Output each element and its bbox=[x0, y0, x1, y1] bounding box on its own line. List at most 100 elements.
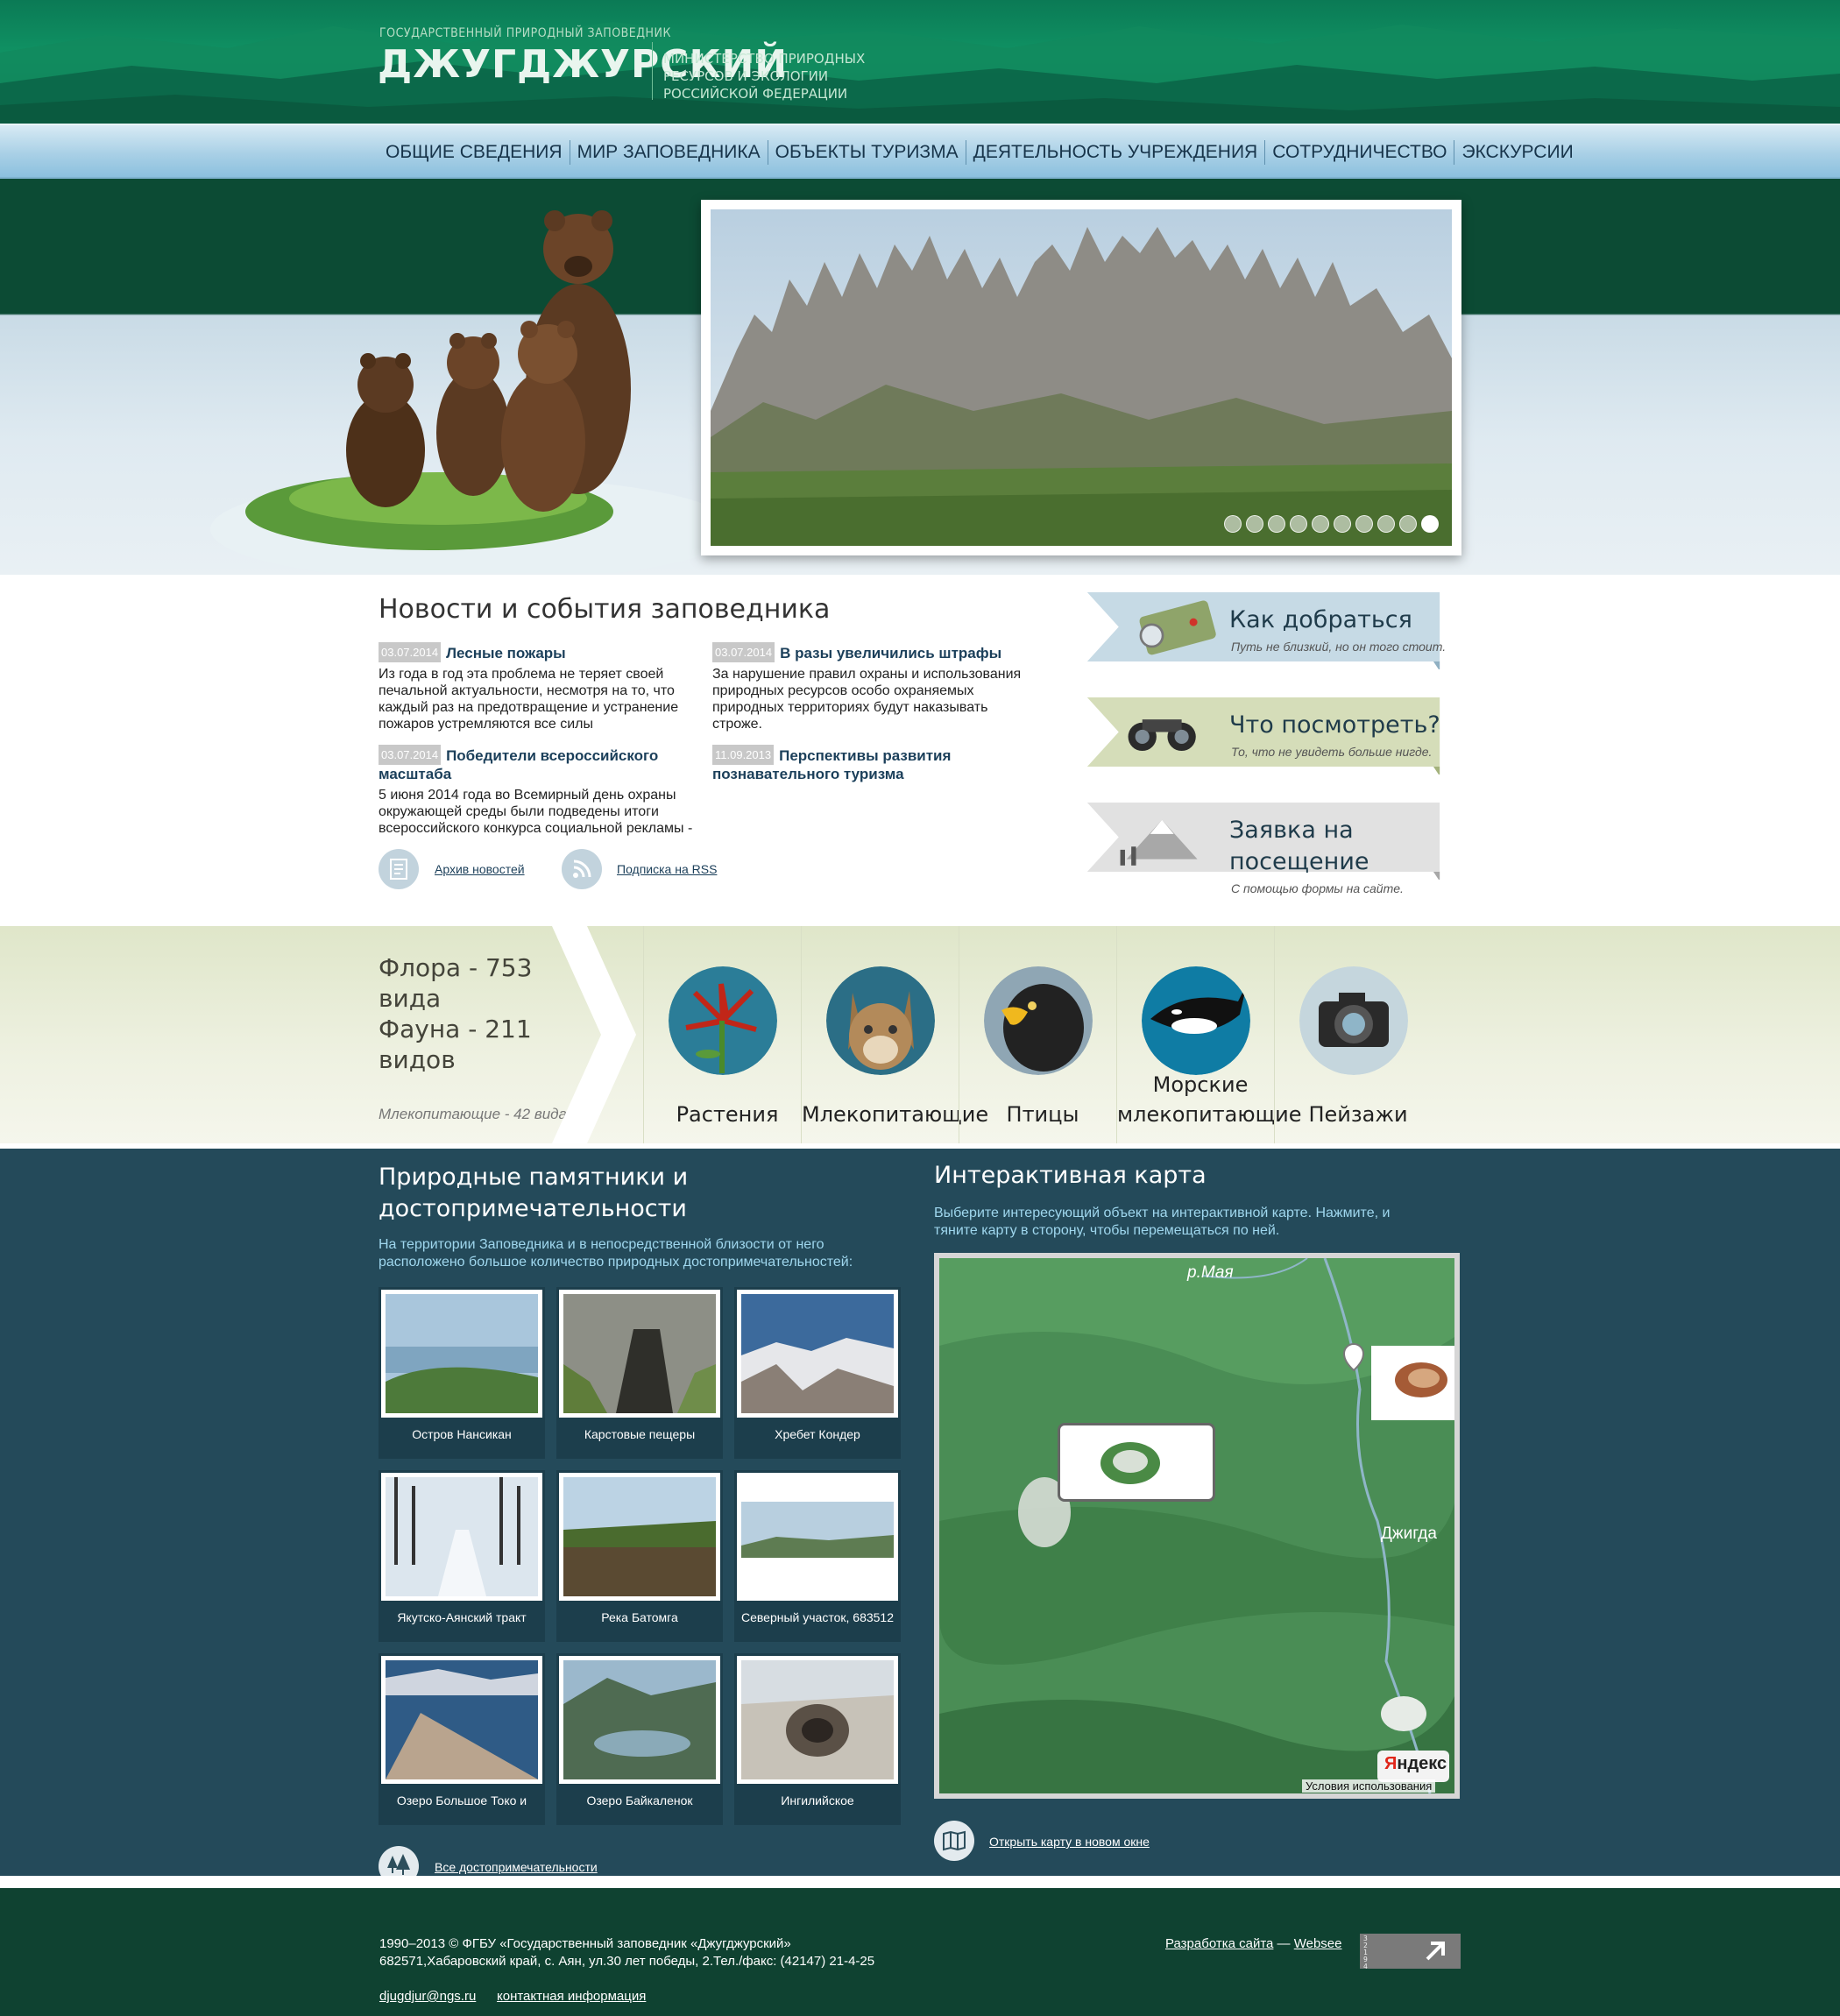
attraction-card[interactable]: Река Батомга bbox=[556, 1470, 723, 1642]
attraction-photo bbox=[737, 1473, 898, 1601]
slider-dot[interactable] bbox=[1312, 515, 1329, 533]
main-nav: ОБЩИЕ СВЕДЕНИЯ МИР ЗАПОВЕДНИКА ОБЪЕКТЫ Т… bbox=[0, 124, 1840, 179]
counter-digits: 3 2 1 9 4 bbox=[1363, 1935, 1368, 1970]
interactive-map[interactable]: р.Мая Джигда Яндекс Условия использовани… bbox=[934, 1253, 1460, 1799]
developer-link[interactable]: Разработка сайта bbox=[1165, 1936, 1273, 1951]
quick-link-directions[interactable]: Как добраться Путь не близкий, но он тог… bbox=[1067, 592, 1460, 678]
category-plants[interactable]: Растения bbox=[643, 926, 801, 1143]
open-map-new-window-link[interactable]: Открыть карту в новом окне bbox=[989, 1835, 1150, 1849]
map-description: Выберите интересующий объект на интеракт… bbox=[934, 1205, 1390, 1240]
quick-link-visit-request[interactable]: Заявка на посещение С помощью формы на с… bbox=[1067, 803, 1460, 906]
slider-dot[interactable] bbox=[1355, 515, 1373, 533]
nav-item-reserve-world[interactable]: МИР ЗАПОВЕДНИКА bbox=[570, 140, 768, 165]
bears-illustration bbox=[210, 210, 701, 573]
quick-title: Заявка на посещение bbox=[1229, 815, 1457, 878]
slider-dot[interactable] bbox=[1399, 515, 1417, 533]
footer-developer: Разработка сайта — Websee bbox=[1165, 1935, 1342, 1953]
news-item: 03.07.2014 Лесные пожары Из года в год эт… bbox=[379, 642, 703, 732]
attractions-description: На территории Заповедника и в непосредст… bbox=[379, 1236, 853, 1271]
attraction-photo bbox=[559, 1290, 720, 1418]
map-open-icon[interactable] bbox=[934, 1821, 974, 1861]
ministry-line: РЕСУРСОВ И ЭКОЛОГИИ bbox=[663, 68, 829, 84]
photo-slider[interactable] bbox=[701, 200, 1461, 555]
all-attractions-link[interactable]: Все достопримечательности bbox=[435, 1860, 598, 1874]
attractions-heading-line: Природные памятники и bbox=[379, 1164, 689, 1191]
map-terms-link[interactable]: Условия использования bbox=[1302, 1779, 1436, 1793]
quick-subtitle: То, что не увидеть больше нигде. bbox=[1231, 745, 1433, 759]
nav-item-excursions[interactable]: ЭКСКУРСИИ bbox=[1454, 140, 1580, 165]
lily-icon bbox=[668, 966, 777, 1075]
fauna-count: видов bbox=[379, 1045, 456, 1074]
nav-item-cooperation[interactable]: СОТРУДНИЧЕСТВО bbox=[1265, 140, 1455, 165]
yandex-logo[interactable]: Яндекс bbox=[1377, 1751, 1449, 1782]
footer-copyright: 1990–2013 © ФГБУ «Государственный запове… bbox=[379, 1936, 791, 1951]
attractions-heading-line: достопримечательности bbox=[379, 1195, 687, 1222]
footer-contacts-link[interactable]: контактная информация bbox=[497, 1988, 646, 2005]
attraction-caption: Озеро Байкаленок bbox=[586, 1793, 693, 1807]
slider-dot[interactable] bbox=[1290, 515, 1307, 533]
news-title-link[interactable]: В разы увеличились штрафы bbox=[780, 645, 1001, 661]
site-kicker: ГОСУДАРСТВЕННЫЙ ПРИРОДНЫЙ ЗАПОВЕДНИК bbox=[379, 26, 671, 40]
rocky-cliffs-photo bbox=[711, 209, 1452, 546]
yandex-logo-letter: Я bbox=[1384, 1754, 1398, 1773]
slider-dot[interactable] bbox=[1377, 515, 1395, 533]
map-pin-icon[interactable] bbox=[1342, 1342, 1365, 1372]
quick-title-line: Заявка на bbox=[1229, 817, 1354, 844]
nav-item-tourism[interactable]: ОБЪЕКТЫ ТУРИЗМА bbox=[768, 140, 966, 165]
attraction-card[interactable]: Хребет Кондер bbox=[734, 1287, 901, 1459]
yandex-logo-text: ндекс bbox=[1397, 1754, 1447, 1773]
lynx-icon bbox=[825, 966, 935, 1075]
attraction-card[interactable]: Якутско-Аянский тракт bbox=[379, 1470, 545, 1642]
map-heading: Интерактивная карта bbox=[934, 1162, 1207, 1189]
news-date: 11.09.2013 bbox=[712, 745, 775, 765]
news-archive-link[interactable]: Архив новостей bbox=[435, 862, 525, 876]
map-place-label: Джигда bbox=[1381, 1524, 1437, 1543]
map-canvas[interactable]: р.Мая Джигда Яндекс Условия использовани… bbox=[939, 1258, 1454, 1793]
camera-icon bbox=[1299, 966, 1408, 1075]
news-date: 03.07.2014 bbox=[379, 642, 442, 662]
slider-dot-active[interactable] bbox=[1421, 515, 1439, 533]
nav-item-general[interactable]: ОБЩИЕ СВЕДЕНИЯ bbox=[379, 140, 570, 165]
slider-dot[interactable] bbox=[1246, 515, 1263, 533]
attraction-card[interactable]: Озеро Большое Токо и bbox=[379, 1653, 545, 1825]
rss-icon[interactable] bbox=[562, 849, 602, 889]
footer-email-link[interactable]: djugdjur@ngs.ru bbox=[379, 1988, 476, 2005]
crater-marker-icon bbox=[1100, 1442, 1160, 1484]
eagle-icon bbox=[983, 966, 1093, 1075]
category-marine-mammals[interactable]: Морские млекопитающие bbox=[1116, 926, 1302, 1143]
quick-title: Что посмотреть? bbox=[1229, 711, 1440, 739]
map-marker-thumbnail[interactable] bbox=[1371, 1346, 1454, 1420]
terrain-map bbox=[939, 1258, 1454, 1793]
developer-separator: — bbox=[1273, 1936, 1294, 1951]
attraction-caption: Якутско-Аянский тракт bbox=[397, 1610, 527, 1624]
category-landscapes[interactable]: Пейзажи bbox=[1274, 926, 1432, 1143]
map-description-line: Выберите интересующий объект на интеракт… bbox=[934, 1206, 1391, 1220]
quick-title: Как добраться bbox=[1229, 606, 1412, 633]
attraction-card[interactable]: Ингилийское bbox=[734, 1653, 901, 1825]
slider-dot[interactable] bbox=[1224, 515, 1242, 533]
hero-section bbox=[0, 179, 1840, 575]
slide-image bbox=[711, 209, 1452, 546]
archive-icon[interactable] bbox=[379, 849, 419, 889]
counter-badge[interactable]: 3 2 1 9 4 bbox=[1360, 1934, 1461, 1970]
slider-dot[interactable] bbox=[1268, 515, 1285, 533]
category-label: Птицы bbox=[1006, 1102, 1079, 1127]
flora-count: вида bbox=[379, 984, 442, 1013]
attraction-card[interactable]: Остров Нансикан bbox=[379, 1287, 545, 1459]
quick-link-what-to-see[interactable]: Что посмотреть? То, что не увидеть больш… bbox=[1067, 697, 1460, 783]
websee-link[interactable]: Websee bbox=[1294, 1936, 1342, 1951]
rss-subscribe-link[interactable]: Подписка на RSS bbox=[617, 862, 717, 876]
category-mammals[interactable]: Млекопитающие bbox=[801, 926, 988, 1143]
news-title-link[interactable]: Лесные пожары bbox=[446, 645, 566, 661]
attraction-card[interactable]: Карстовые пещеры bbox=[556, 1287, 723, 1459]
attraction-caption: Карстовые пещеры bbox=[584, 1427, 696, 1441]
map-marker-popup[interactable] bbox=[1058, 1423, 1215, 1502]
quick-subtitle: Путь не близкий, но он того стоит. bbox=[1231, 640, 1447, 654]
attraction-card[interactable]: Северный участок, 683512 bbox=[734, 1470, 901, 1642]
attraction-card[interactable]: Озеро Байкаленок bbox=[556, 1653, 723, 1825]
category-birds[interactable]: Птицы bbox=[959, 926, 1116, 1143]
nav-item-activities[interactable]: ДЕЯТЕЛЬНОСТЬ УЧРЕЖДЕНИЯ bbox=[966, 140, 1266, 165]
category-label: Пейзажи bbox=[1308, 1102, 1408, 1127]
slider-dot[interactable] bbox=[1334, 515, 1351, 533]
attraction-caption: Хребет Кондер bbox=[775, 1427, 860, 1441]
